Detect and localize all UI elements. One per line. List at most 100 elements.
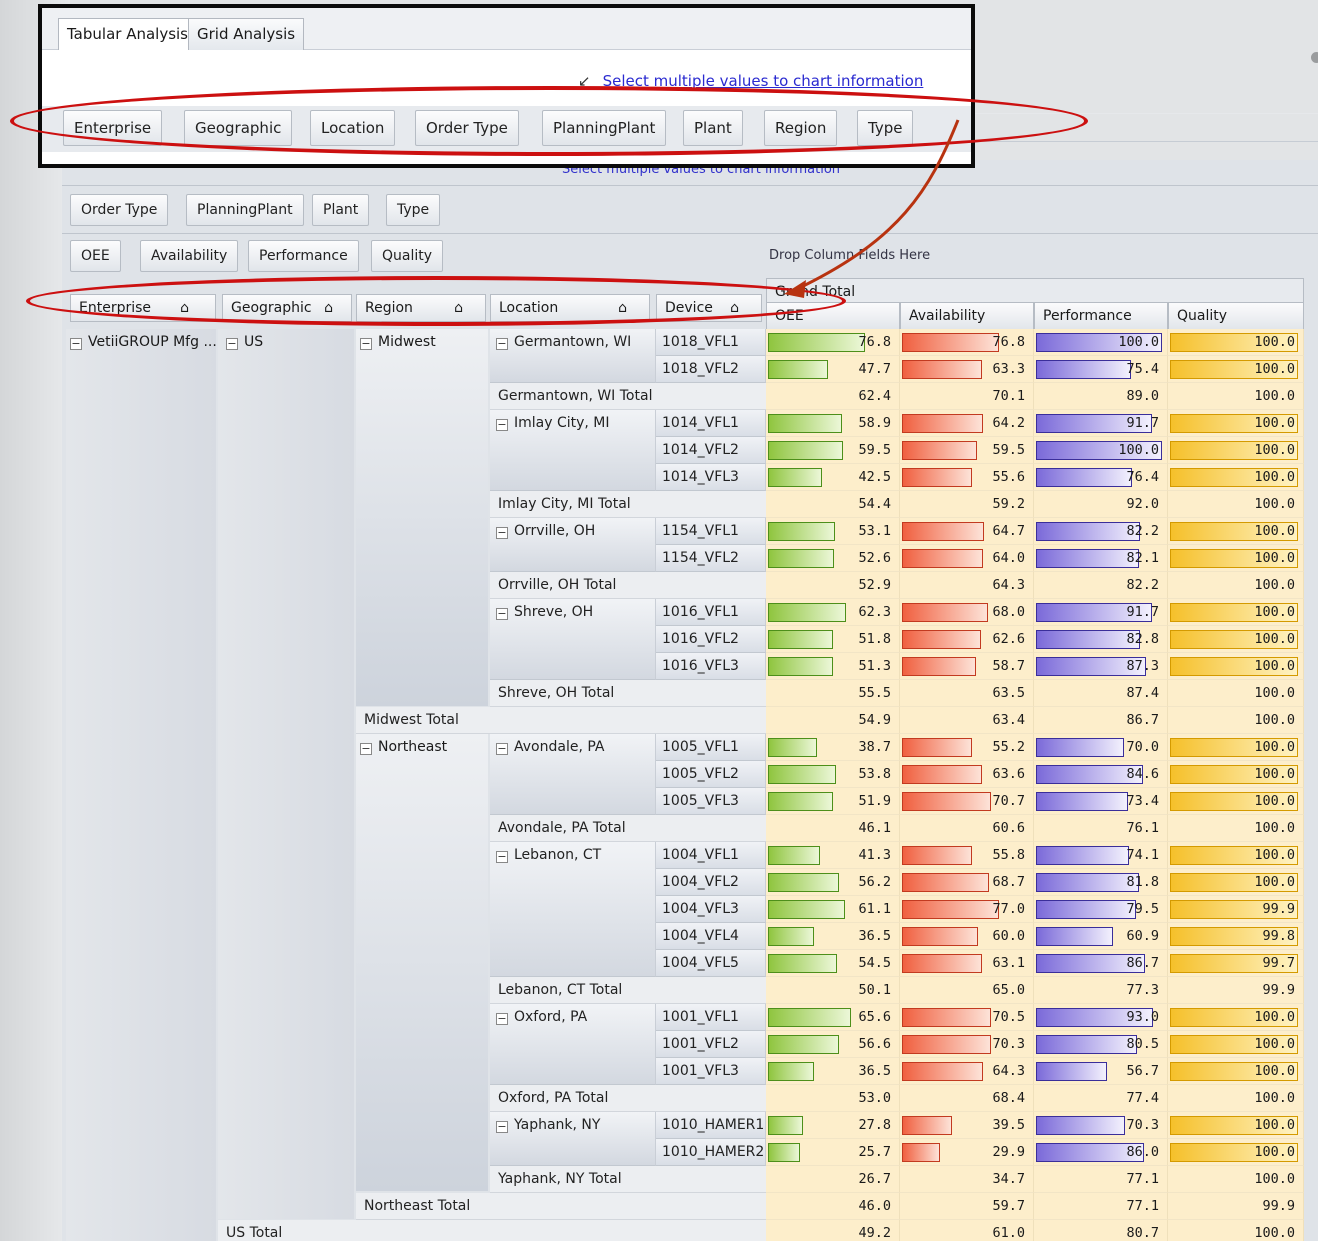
- quality-value-cell[interactable]: 100.0: [1168, 572, 1304, 599]
- device-cell[interactable]: 1004_VFL4: [656, 923, 766, 950]
- quality-value-cell[interactable]: 100.0: [1168, 707, 1304, 734]
- table-row[interactable]: Shreve, OH Total 55.5 63.5 87.4 100.0: [62, 680, 1318, 707]
- availability-value-cell[interactable]: 76.8: [900, 329, 1034, 356]
- location-node[interactable]: − Lebanon, CT: [490, 842, 656, 977]
- oee-value-cell[interactable]: 54.5: [766, 950, 900, 977]
- filter-button-plant[interactable]: Plant: [312, 194, 370, 226]
- availability-value-cell[interactable]: 63.5: [900, 680, 1034, 707]
- table-row[interactable]: 1001_VFL3 36.5 64.3 56.7 100.0: [62, 1058, 1318, 1085]
- table-row[interactable]: − Lebanon, CT 1004_VFL1 41.3 55.8 74.1 100.0: [62, 842, 1318, 977]
- quality-value-cell[interactable]: 100.0: [1168, 1004, 1304, 1031]
- quality-value-cell[interactable]: 100.0: [1168, 842, 1304, 869]
- quality-value-cell[interactable]: 100.0: [1168, 518, 1304, 545]
- oee-value-cell[interactable]: 26.7: [766, 1166, 900, 1193]
- table-row[interactable]: − Orrville, OH 1154_VFL1 53.1 64.7 82.2 100.0: [62, 518, 1318, 572]
- oee-value-cell[interactable]: 58.9: [766, 410, 900, 437]
- table-row[interactable]: 1014_VFL2 59.5 59.5 100.0 100.0: [62, 437, 1318, 464]
- table-row[interactable]: 1016_VFL2 51.8 62.6 82.8 100.0: [62, 626, 1318, 653]
- availability-value-cell[interactable]: 29.9: [900, 1139, 1034, 1166]
- quality-value-cell[interactable]: 100.0: [1168, 734, 1304, 761]
- availability-value-cell[interactable]: 63.6: [900, 761, 1034, 788]
- data-button-quality[interactable]: Quality: [371, 240, 444, 272]
- table-row[interactable]: − Oxford, PA 1001_VFL1 65.6 70.5 93.0 100.0: [62, 1004, 1318, 1085]
- quality-value-cell[interactable]: 99.8: [1168, 923, 1304, 950]
- device-cell[interactable]: 1005_VFL1: [656, 734, 766, 761]
- performance-value-cell[interactable]: 74.1: [1034, 842, 1168, 869]
- performance-value-cell[interactable]: 75.4: [1034, 356, 1168, 383]
- oee-value-cell[interactable]: 62.4: [766, 383, 900, 410]
- oee-value-cell[interactable]: 54.4: [766, 491, 900, 518]
- oee-value-cell[interactable]: 54.9: [766, 707, 900, 734]
- oee-value-cell[interactable]: 38.7: [766, 734, 900, 761]
- performance-value-cell[interactable]: 79.5: [1034, 896, 1168, 923]
- availability-value-cell[interactable]: 64.0: [900, 545, 1034, 572]
- table-row[interactable]: Orrville, OH Total 52.9 64.3 82.2 100.0: [62, 572, 1318, 599]
- oee-value-cell[interactable]: 41.3: [766, 842, 900, 869]
- availability-value-cell[interactable]: 61.0: [900, 1220, 1034, 1241]
- performance-value-cell[interactable]: 86.7: [1034, 707, 1168, 734]
- measure-header-availability[interactable]: Availability: [900, 302, 1034, 330]
- collapse-icon[interactable]: −: [496, 1121, 508, 1133]
- quality-value-cell[interactable]: 100.0: [1168, 653, 1304, 680]
- table-row[interactable]: 1014_VFL3 42.5 55.6 76.4 100.0: [62, 464, 1318, 491]
- availability-value-cell[interactable]: 60.0: [900, 923, 1034, 950]
- performance-value-cell[interactable]: 87.3: [1034, 653, 1168, 680]
- availability-value-cell[interactable]: 59.2: [900, 491, 1034, 518]
- availability-value-cell[interactable]: 65.0: [900, 977, 1034, 1004]
- location-node[interactable]: − Imlay City, MI: [490, 410, 656, 491]
- quality-value-cell[interactable]: 99.9: [1168, 1193, 1304, 1220]
- location-node[interactable]: − Germantown, WI: [490, 329, 656, 383]
- performance-value-cell[interactable]: 70.0: [1034, 734, 1168, 761]
- device-cell[interactable]: 1001_VFL1: [656, 1004, 766, 1031]
- oee-value-cell[interactable]: 46.1: [766, 815, 900, 842]
- measure-header-performance[interactable]: Performance: [1034, 302, 1168, 330]
- performance-value-cell[interactable]: 82.8: [1034, 626, 1168, 653]
- availability-value-cell[interactable]: 64.3: [900, 1058, 1034, 1085]
- collapse-icon[interactable]: −: [496, 608, 508, 620]
- availability-value-cell[interactable]: 34.7: [900, 1166, 1034, 1193]
- table-row[interactable]: 1005_VFL2 53.8 63.6 84.6 100.0: [62, 761, 1318, 788]
- filter-button-type[interactable]: Type: [386, 194, 441, 226]
- availability-value-cell[interactable]: 64.3: [900, 572, 1034, 599]
- device-cell[interactable]: 1016_VFL1: [656, 599, 766, 626]
- availability-value-cell[interactable]: 58.7: [900, 653, 1034, 680]
- oee-value-cell[interactable]: 51.3: [766, 653, 900, 680]
- quality-value-cell[interactable]: 99.9: [1168, 896, 1304, 923]
- performance-value-cell[interactable]: 80.5: [1034, 1031, 1168, 1058]
- quality-value-cell[interactable]: 100.0: [1168, 410, 1304, 437]
- device-cell[interactable]: 1014_VFL1: [656, 410, 766, 437]
- device-cell[interactable]: 1001_VFL3: [656, 1058, 766, 1085]
- device-cell[interactable]: 1004_VFL1: [656, 842, 766, 869]
- data-button-oee[interactable]: OEE: [70, 240, 121, 272]
- location-node[interactable]: − Yaphank, NY: [490, 1112, 656, 1166]
- table-row[interactable]: − Yaphank, NY 1010_HAMER1 27.8 39.5 70.3 100.0: [62, 1112, 1318, 1166]
- oee-value-cell[interactable]: 76.8: [766, 329, 900, 356]
- table-row[interactable]: 1010_HAMER2 25.7 29.9 86.0 100.0: [62, 1139, 1318, 1166]
- oee-value-cell[interactable]: 65.6: [766, 1004, 900, 1031]
- device-cell[interactable]: 1005_VFL3: [656, 788, 766, 815]
- oee-value-cell[interactable]: 62.3: [766, 599, 900, 626]
- collapse-icon[interactable]: −: [496, 743, 508, 755]
- oee-value-cell[interactable]: 52.9: [766, 572, 900, 599]
- collapse-icon[interactable]: −: [496, 338, 508, 350]
- device-cell[interactable]: 1018_VFL2: [656, 356, 766, 383]
- device-cell[interactable]: 1004_VFL3: [656, 896, 766, 923]
- quality-value-cell[interactable]: 100.0: [1168, 1139, 1304, 1166]
- table-row[interactable]: 1004_VFL4 36.5 60.0 60.9 99.8: [62, 923, 1318, 950]
- table-row[interactable]: − Avondale, PA 1005_VFL1 38.7 55.2 70.0 100.0: [62, 734, 1318, 815]
- availability-value-cell[interactable]: 70.3: [900, 1031, 1034, 1058]
- availability-value-cell[interactable]: 70.7: [900, 788, 1034, 815]
- table-row[interactable]: Yaphank, NY Total 26.7 34.7 77.1 100.0: [62, 1166, 1318, 1193]
- quality-value-cell[interactable]: 100.0: [1168, 464, 1304, 491]
- device-cell[interactable]: 1014_VFL2: [656, 437, 766, 464]
- availability-value-cell[interactable]: 70.1: [900, 383, 1034, 410]
- oee-value-cell[interactable]: 51.9: [766, 788, 900, 815]
- filter-button-order-type[interactable]: Order Type: [70, 194, 169, 226]
- table-row[interactable]: Midwest Total 54.9 63.4 86.7 100.0: [62, 707, 1318, 734]
- availability-value-cell[interactable]: 39.5: [900, 1112, 1034, 1139]
- oee-value-cell[interactable]: 53.0: [766, 1085, 900, 1112]
- device-cell[interactable]: 1010_HAMER1: [656, 1112, 766, 1139]
- availability-value-cell[interactable]: 55.8: [900, 842, 1034, 869]
- performance-value-cell[interactable]: 92.0: [1034, 491, 1168, 518]
- performance-value-cell[interactable]: 82.1: [1034, 545, 1168, 572]
